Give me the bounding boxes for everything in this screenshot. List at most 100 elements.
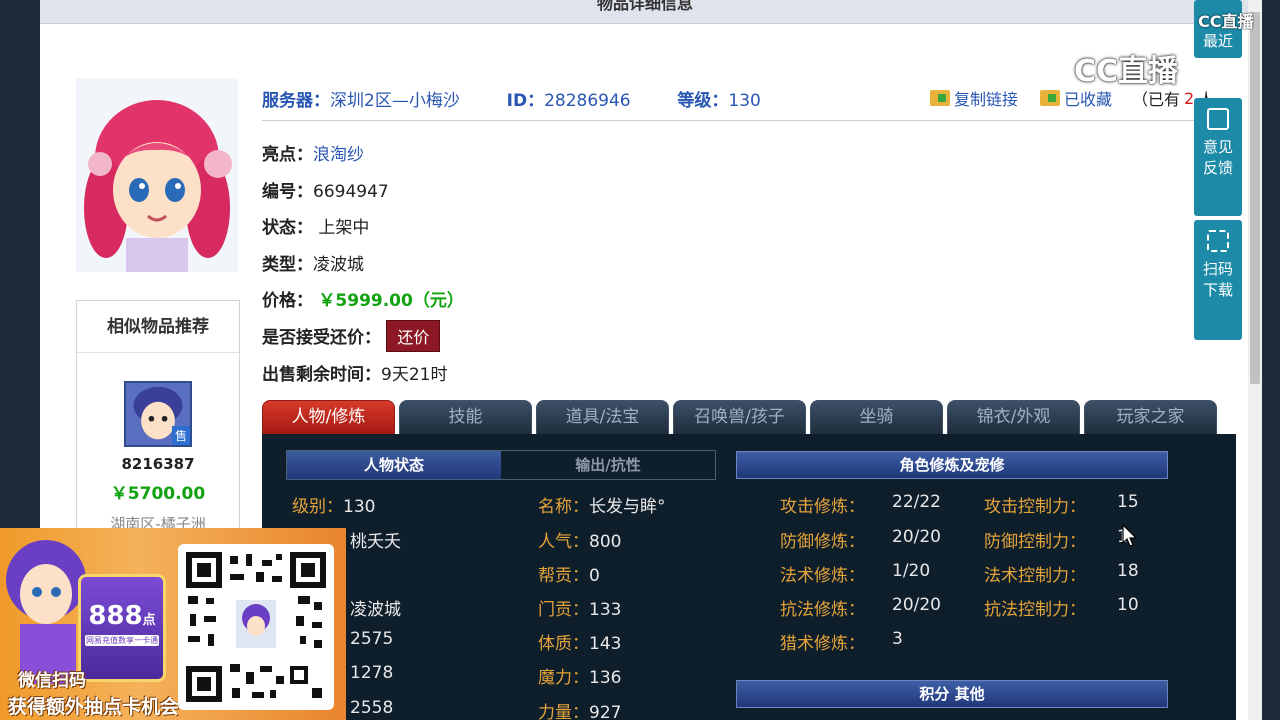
attr-level: 级别：130 xyxy=(292,492,375,517)
attr-value: 20/20 xyxy=(892,595,941,615)
cc-live-small-watermark: CC直播 xyxy=(1198,8,1254,32)
sidebar-feedback[interactable]: 意见 反馈 xyxy=(1194,98,1242,216)
cultivation-hunting-value: 3 xyxy=(892,629,903,649)
highlight-label: 亮点： xyxy=(262,145,313,165)
attr-value: 20/20 xyxy=(892,527,941,547)
attr-value: 1/20 xyxy=(892,561,931,581)
attr-label: 名称： xyxy=(538,497,589,517)
attr-label: 抗法控制力： xyxy=(984,600,1086,620)
cultivation-hunting: 猎术修炼： xyxy=(780,629,865,654)
remaining-time-row: 出售剩余时间：9天21时 xyxy=(262,360,447,385)
control-magic-value: 18 xyxy=(1117,561,1139,581)
attr-value: 130 xyxy=(343,497,376,517)
id-value: 28286946 xyxy=(544,91,631,111)
cultivation-header: 角色修炼及宠修 xyxy=(736,451,1168,479)
attr-value: 2558 xyxy=(350,698,394,718)
sidebar-scan-label-1: 扫码 xyxy=(1202,260,1233,278)
sidebar-scan-label-2: 下载 xyxy=(1202,281,1233,299)
attr-hp: 2575 xyxy=(350,629,393,649)
tab-pets-children[interactable]: 召唤兽/孩子 xyxy=(673,400,806,434)
attr-anger: 2558 xyxy=(350,698,393,718)
control-defense: 防御控制力： xyxy=(984,527,1086,552)
copy-link-button[interactable]: 复制链接 xyxy=(930,86,1018,110)
control-attack: 攻击控制力： xyxy=(984,492,1086,517)
status-row: 状态： 上架中 xyxy=(262,213,369,238)
scan-icon xyxy=(1207,230,1229,252)
qr-code-image xyxy=(186,552,326,702)
attr-value: 1278 xyxy=(350,663,394,683)
tab-character-cultivation[interactable]: 人物/修炼 xyxy=(262,400,395,434)
attr-value: 143 xyxy=(589,634,622,654)
cultivation-resist: 抗法修炼： xyxy=(780,595,865,620)
remaining-label: 出售剩余时间： xyxy=(262,365,381,385)
page-title: 物品详细信息 xyxy=(596,0,693,13)
attr-title: 桃夭夭 xyxy=(350,527,401,552)
folder-link-icon xyxy=(930,90,950,106)
attr-school-contribution: 门贡：133 xyxy=(538,595,621,620)
attr-label: 帮贡： xyxy=(538,566,589,586)
attr-label: 门贡： xyxy=(538,600,589,620)
folder-add-icon xyxy=(1040,90,1060,106)
point-card-subtitle: 网易充值数享一卡通 xyxy=(85,635,159,646)
similar-item-price: ￥5700.00 xyxy=(110,484,206,504)
subtab-character-status[interactable]: 人物状态 xyxy=(287,451,501,479)
server-row: 服务器：深圳2区—小梅沙 ID：28286946 等级：130 xyxy=(262,86,761,111)
similar-items-title: 相似物品推荐 xyxy=(77,301,239,353)
point-card-number: 888 xyxy=(88,601,143,631)
copy-link-label: 复制链接 xyxy=(954,90,1019,109)
attr-label: 防御修炼： xyxy=(780,532,865,552)
sidebar-recent-label: 最近 xyxy=(1202,32,1233,50)
scrollbar-thumb[interactable] xyxy=(1250,12,1260,384)
id-label: ID： xyxy=(506,91,545,111)
cultivation-magic: 法术修炼： xyxy=(780,561,865,586)
attr-label: 攻击修炼： xyxy=(780,497,865,517)
similar-item-thumbnail[interactable]: 售 xyxy=(124,381,192,447)
promo-scan-text: 微信扫码 xyxy=(18,671,86,691)
attr-label: 体质： xyxy=(538,634,589,654)
attr-label: 抗法修炼： xyxy=(780,600,865,620)
favorite-count-number: 2 xyxy=(1184,88,1195,108)
promo-banner[interactable]: 888点 网易充值数享一卡通 微信扫码 获得额外抽点卡机会 xyxy=(0,528,346,720)
bargain-button[interactable]: 还价 xyxy=(386,320,441,352)
character-subtabs: 人物状态 输出/抗性 xyxy=(286,450,716,480)
attr-guild-contribution: 帮贡：0 xyxy=(538,561,600,586)
cultivation-defense-value: 20/20 xyxy=(892,527,941,547)
attr-value: 0 xyxy=(589,566,600,586)
cultivation-magic-value: 1/20 xyxy=(892,561,930,581)
wechat-qr-code[interactable] xyxy=(178,544,334,710)
subtab-output-resistance[interactable]: 输出/抗性 xyxy=(501,451,715,479)
tab-mounts[interactable]: 坐骑 xyxy=(810,400,943,434)
status-label: 状态： xyxy=(262,218,313,238)
bargain-row: 是否接受还价： 还价 xyxy=(262,320,441,352)
serial-row: 编号：6694947 xyxy=(262,177,389,202)
remaining-value: 9天21时 xyxy=(381,365,448,385)
attr-value: 长发与眸° xyxy=(589,497,666,517)
mouse-cursor-icon xyxy=(1122,524,1138,547)
point-card-amount: 888点 xyxy=(81,601,163,631)
bargain-label: 是否接受还价： xyxy=(262,328,381,348)
cultivation-attack-value: 22/22 xyxy=(892,492,941,512)
cultivation-resist-value: 20/20 xyxy=(892,595,941,615)
server-value: 深圳2区—小梅沙 xyxy=(330,91,460,111)
tab-skills[interactable]: 技能 xyxy=(399,400,532,434)
cultivation-defense: 防御修炼： xyxy=(780,527,865,552)
character-panel: 人物状态 输出/抗性 角色修炼及宠修 积分 其他 级别：130 桃夭夭 凌波城 … xyxy=(262,434,1236,720)
attr-label: 力量： xyxy=(538,703,589,720)
level-value: 130 xyxy=(728,91,761,111)
attr-magic: 魔力：136 xyxy=(538,663,621,688)
attr-label: 攻击控制力： xyxy=(984,497,1086,517)
page-title-bar: 物品详细信息 xyxy=(40,0,1250,24)
attr-strength: 力量：927 xyxy=(538,698,621,720)
status-value: 上架中 xyxy=(318,218,370,238)
tab-outfits[interactable]: 锦衣/外观 xyxy=(947,400,1080,434)
attr-value: 927 xyxy=(589,703,622,720)
attr-popularity: 人气：800 xyxy=(538,527,621,552)
tab-items-treasures[interactable]: 道具/法宝 xyxy=(536,400,669,434)
tab-player-home[interactable]: 玩家之家 xyxy=(1084,400,1217,434)
attr-name: 名称：长发与眸° xyxy=(538,492,666,517)
attr-value: 18 xyxy=(1117,561,1139,581)
highlight-value[interactable]: 浪淘纱 xyxy=(313,145,364,165)
character-avatar xyxy=(76,78,238,272)
score-other-header: 积分 其他 xyxy=(736,680,1168,708)
sidebar-scan-download[interactable]: 扫码 下载 xyxy=(1194,220,1242,340)
